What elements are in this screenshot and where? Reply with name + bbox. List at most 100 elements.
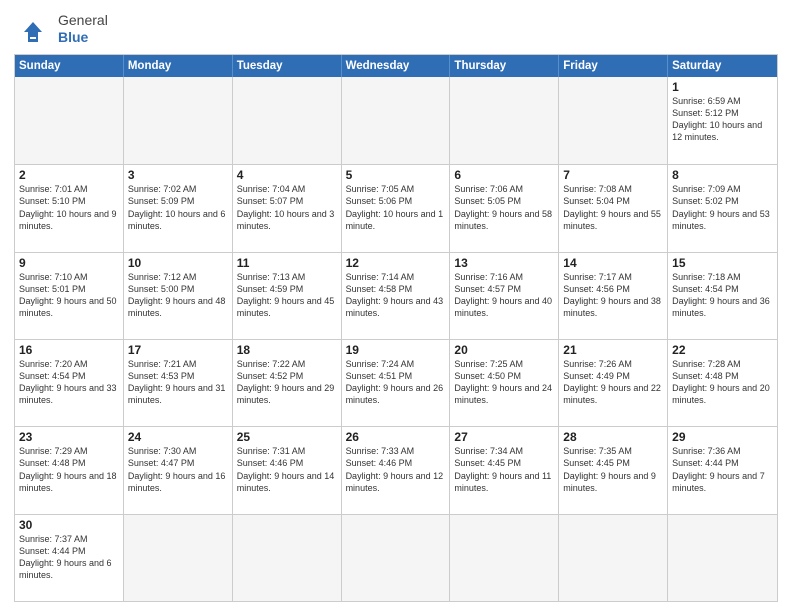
calendar-cell: 20Sunrise: 7:25 AM Sunset: 4:50 PM Dayli… bbox=[450, 340, 559, 426]
calendar-cell: 2Sunrise: 7:01 AM Sunset: 5:10 PM Daylig… bbox=[15, 165, 124, 251]
calendar-row: 2Sunrise: 7:01 AM Sunset: 5:10 PM Daylig… bbox=[15, 164, 777, 251]
calendar-cell: 13Sunrise: 7:16 AM Sunset: 4:57 PM Dayli… bbox=[450, 253, 559, 339]
day-number: 11 bbox=[237, 256, 337, 270]
day-info: Sunrise: 7:30 AM Sunset: 4:47 PM Dayligh… bbox=[128, 445, 228, 494]
day-info: Sunrise: 7:21 AM Sunset: 4:53 PM Dayligh… bbox=[128, 358, 228, 407]
logo-general: General bbox=[58, 12, 108, 28]
weekday-header: Saturday bbox=[668, 55, 777, 77]
weekday-header: Sunday bbox=[15, 55, 124, 77]
day-number: 5 bbox=[346, 168, 446, 182]
day-number: 27 bbox=[454, 430, 554, 444]
calendar-cell: 22Sunrise: 7:28 AM Sunset: 4:48 PM Dayli… bbox=[668, 340, 777, 426]
day-info: Sunrise: 7:22 AM Sunset: 4:52 PM Dayligh… bbox=[237, 358, 337, 407]
day-number: 1 bbox=[672, 80, 773, 94]
day-number: 2 bbox=[19, 168, 119, 182]
day-number: 23 bbox=[19, 430, 119, 444]
day-info: Sunrise: 7:04 AM Sunset: 5:07 PM Dayligh… bbox=[237, 183, 337, 232]
day-number: 22 bbox=[672, 343, 773, 357]
weekday-header: Friday bbox=[559, 55, 668, 77]
calendar-header: SundayMondayTuesdayWednesdayThursdayFrid… bbox=[15, 55, 777, 77]
day-info: Sunrise: 7:12 AM Sunset: 5:00 PM Dayligh… bbox=[128, 271, 228, 320]
calendar-cell: 12Sunrise: 7:14 AM Sunset: 4:58 PM Dayli… bbox=[342, 253, 451, 339]
day-info: Sunrise: 7:29 AM Sunset: 4:48 PM Dayligh… bbox=[19, 445, 119, 494]
calendar-row: 16Sunrise: 7:20 AM Sunset: 4:54 PM Dayli… bbox=[15, 339, 777, 426]
day-number: 15 bbox=[672, 256, 773, 270]
calendar-cell: 14Sunrise: 7:17 AM Sunset: 4:56 PM Dayli… bbox=[559, 253, 668, 339]
calendar-cell: 3Sunrise: 7:02 AM Sunset: 5:09 PM Daylig… bbox=[124, 165, 233, 251]
calendar-cell: 28Sunrise: 7:35 AM Sunset: 4:45 PM Dayli… bbox=[559, 427, 668, 513]
day-info: Sunrise: 7:18 AM Sunset: 4:54 PM Dayligh… bbox=[672, 271, 773, 320]
day-info: Sunrise: 7:33 AM Sunset: 4:46 PM Dayligh… bbox=[346, 445, 446, 494]
day-number: 7 bbox=[563, 168, 663, 182]
weekday-header: Monday bbox=[124, 55, 233, 77]
day-number: 24 bbox=[128, 430, 228, 444]
calendar-cell: 26Sunrise: 7:33 AM Sunset: 4:46 PM Dayli… bbox=[342, 427, 451, 513]
day-info: Sunrise: 7:05 AM Sunset: 5:06 PM Dayligh… bbox=[346, 183, 446, 232]
calendar-row: 30Sunrise: 7:37 AM Sunset: 4:44 PM Dayli… bbox=[15, 514, 777, 601]
day-info: Sunrise: 7:13 AM Sunset: 4:59 PM Dayligh… bbox=[237, 271, 337, 320]
logo-container: General Blue bbox=[14, 10, 108, 48]
weekday-header: Thursday bbox=[450, 55, 559, 77]
day-number: 8 bbox=[672, 168, 773, 182]
calendar-cell: 30Sunrise: 7:37 AM Sunset: 4:44 PM Dayli… bbox=[15, 515, 124, 601]
day-number: 30 bbox=[19, 518, 119, 532]
calendar-cell bbox=[559, 515, 668, 601]
calendar-cell: 19Sunrise: 7:24 AM Sunset: 4:51 PM Dayli… bbox=[342, 340, 451, 426]
day-info: Sunrise: 7:08 AM Sunset: 5:04 PM Dayligh… bbox=[563, 183, 663, 232]
calendar-cell: 25Sunrise: 7:31 AM Sunset: 4:46 PM Dayli… bbox=[233, 427, 342, 513]
header: General Blue bbox=[14, 10, 778, 48]
day-number: 13 bbox=[454, 256, 554, 270]
day-number: 26 bbox=[346, 430, 446, 444]
day-number: 19 bbox=[346, 343, 446, 357]
day-number: 17 bbox=[128, 343, 228, 357]
calendar-cell bbox=[124, 515, 233, 601]
day-info: Sunrise: 7:31 AM Sunset: 4:46 PM Dayligh… bbox=[237, 445, 337, 494]
logo-icon bbox=[14, 10, 52, 48]
day-info: Sunrise: 7:35 AM Sunset: 4:45 PM Dayligh… bbox=[563, 445, 663, 494]
day-number: 4 bbox=[237, 168, 337, 182]
calendar-body: 1Sunrise: 6:59 AM Sunset: 5:12 PM Daylig… bbox=[15, 77, 777, 601]
day-info: Sunrise: 7:14 AM Sunset: 4:58 PM Dayligh… bbox=[346, 271, 446, 320]
weekday-header: Wednesday bbox=[342, 55, 451, 77]
calendar-cell: 17Sunrise: 7:21 AM Sunset: 4:53 PM Dayli… bbox=[124, 340, 233, 426]
day-number: 10 bbox=[128, 256, 228, 270]
calendar-row: 1Sunrise: 6:59 AM Sunset: 5:12 PM Daylig… bbox=[15, 77, 777, 164]
calendar-cell: 27Sunrise: 7:34 AM Sunset: 4:45 PM Dayli… bbox=[450, 427, 559, 513]
day-number: 14 bbox=[563, 256, 663, 270]
day-number: 28 bbox=[563, 430, 663, 444]
calendar-cell: 15Sunrise: 7:18 AM Sunset: 4:54 PM Dayli… bbox=[668, 253, 777, 339]
weekday-header: Tuesday bbox=[233, 55, 342, 77]
calendar-cell: 23Sunrise: 7:29 AM Sunset: 4:48 PM Dayli… bbox=[15, 427, 124, 513]
day-number: 21 bbox=[563, 343, 663, 357]
calendar-cell: 5Sunrise: 7:05 AM Sunset: 5:06 PM Daylig… bbox=[342, 165, 451, 251]
day-info: Sunrise: 6:59 AM Sunset: 5:12 PM Dayligh… bbox=[672, 95, 773, 144]
day-number: 12 bbox=[346, 256, 446, 270]
page: General Blue SundayMondayTuesdayWednesda… bbox=[0, 0, 792, 612]
day-info: Sunrise: 7:16 AM Sunset: 4:57 PM Dayligh… bbox=[454, 271, 554, 320]
calendar-cell: 11Sunrise: 7:13 AM Sunset: 4:59 PM Dayli… bbox=[233, 253, 342, 339]
day-number: 9 bbox=[19, 256, 119, 270]
day-info: Sunrise: 7:02 AM Sunset: 5:09 PM Dayligh… bbox=[128, 183, 228, 232]
calendar-cell bbox=[233, 515, 342, 601]
day-info: Sunrise: 7:20 AM Sunset: 4:54 PM Dayligh… bbox=[19, 358, 119, 407]
logo-blue: Blue bbox=[58, 29, 88, 45]
calendar-cell: 16Sunrise: 7:20 AM Sunset: 4:54 PM Dayli… bbox=[15, 340, 124, 426]
calendar-row: 23Sunrise: 7:29 AM Sunset: 4:48 PM Dayli… bbox=[15, 426, 777, 513]
day-info: Sunrise: 7:26 AM Sunset: 4:49 PM Dayligh… bbox=[563, 358, 663, 407]
logo-words: General Blue bbox=[58, 12, 108, 46]
day-info: Sunrise: 7:25 AM Sunset: 4:50 PM Dayligh… bbox=[454, 358, 554, 407]
calendar-cell: 1Sunrise: 6:59 AM Sunset: 5:12 PM Daylig… bbox=[668, 77, 777, 164]
calendar-cell bbox=[450, 515, 559, 601]
day-info: Sunrise: 7:09 AM Sunset: 5:02 PM Dayligh… bbox=[672, 183, 773, 232]
calendar-row: 9Sunrise: 7:10 AM Sunset: 5:01 PM Daylig… bbox=[15, 252, 777, 339]
day-number: 16 bbox=[19, 343, 119, 357]
calendar-cell: 9Sunrise: 7:10 AM Sunset: 5:01 PM Daylig… bbox=[15, 253, 124, 339]
day-number: 20 bbox=[454, 343, 554, 357]
day-info: Sunrise: 7:06 AM Sunset: 5:05 PM Dayligh… bbox=[454, 183, 554, 232]
day-info: Sunrise: 7:10 AM Sunset: 5:01 PM Dayligh… bbox=[19, 271, 119, 320]
calendar-cell bbox=[124, 77, 233, 164]
calendar-cell bbox=[559, 77, 668, 164]
logo: General Blue bbox=[14, 10, 108, 48]
calendar-cell: 7Sunrise: 7:08 AM Sunset: 5:04 PM Daylig… bbox=[559, 165, 668, 251]
day-info: Sunrise: 7:28 AM Sunset: 4:48 PM Dayligh… bbox=[672, 358, 773, 407]
